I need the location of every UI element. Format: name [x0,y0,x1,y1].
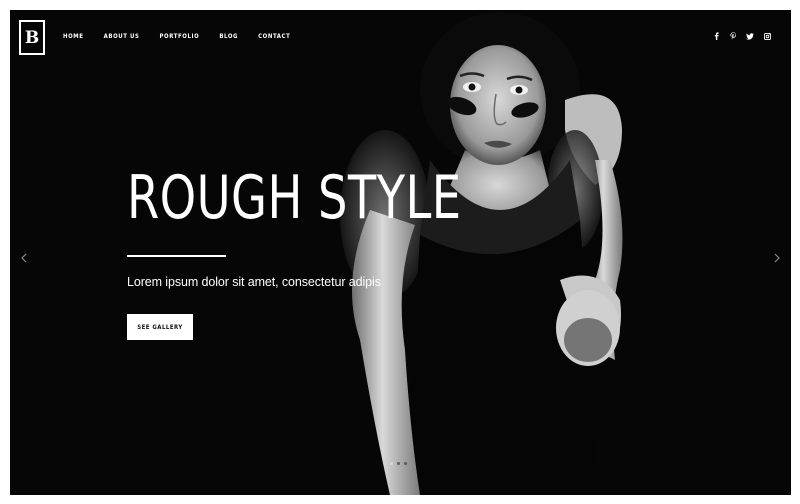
hero-photo [340,12,623,495]
slider-dot[interactable] [390,462,393,465]
pinterest-icon[interactable] [729,32,737,40]
slider-dot[interactable] [397,462,400,465]
instagram-icon[interactable] [763,32,771,40]
chevron-left-icon [21,253,27,263]
prev-slide-button[interactable] [18,251,30,265]
chevron-right-icon [774,253,780,263]
facebook-icon[interactable] [712,32,720,40]
title-divider [127,255,226,257]
twitter-icon[interactable] [746,32,754,40]
social-links [712,32,771,40]
hero-slider: B HOME ABOUT US PORTFOLIO BLOG CONTACT R… [10,10,791,495]
hero-title: ROUGH STYLE [127,163,462,233]
brand-logo[interactable]: B [19,20,45,55]
nav-home[interactable]: HOME [63,33,84,40]
see-gallery-button[interactable]: SEE GALLERY [127,314,193,340]
next-slide-button[interactable] [771,251,783,265]
logo-letter: B [24,27,40,48]
nav-contact[interactable]: CONTACT [258,33,290,40]
main-nav: HOME ABOUT US PORTFOLIO BLOG CONTACT [63,33,310,40]
slider-dots [390,462,407,465]
nav-blog[interactable]: BLOG [219,33,238,40]
slider-dot[interactable] [404,462,407,465]
nav-about-us[interactable]: ABOUT US [104,33,140,40]
hero-subtitle: Lorem ipsum dolor sit amet, consectetur … [127,275,381,289]
nav-portfolio[interactable]: PORTFOLIO [159,33,199,40]
